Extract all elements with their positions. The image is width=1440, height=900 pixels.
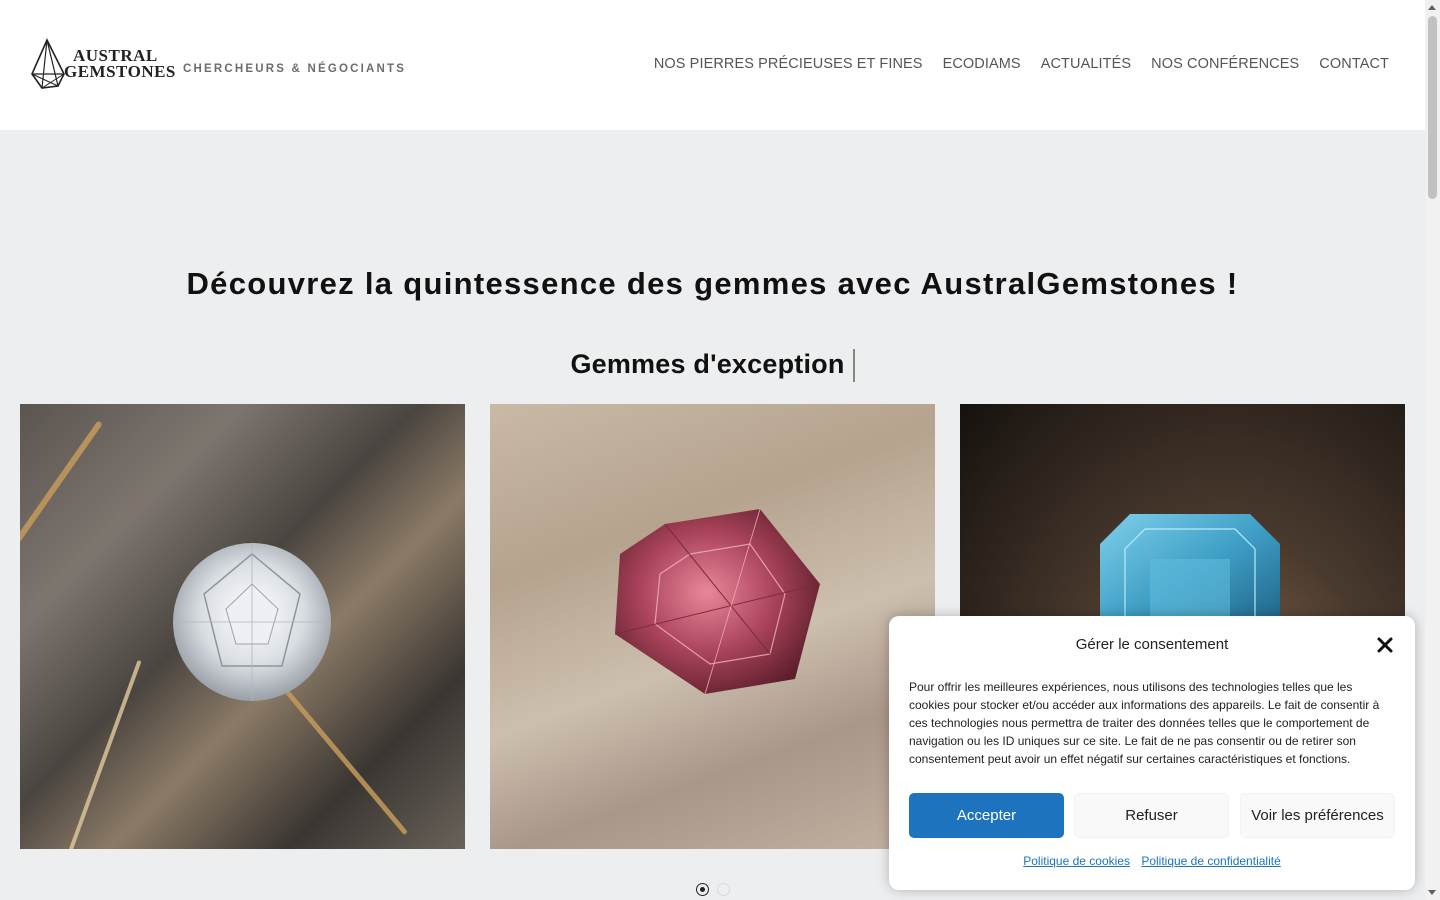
pink-gem-icon <box>614 508 821 695</box>
cookie-policy-link[interactable]: Politique de cookies <box>1023 854 1130 868</box>
scroll-down-arrow-icon[interactable] <box>1428 890 1436 895</box>
gem-image-pink-tourmaline[interactable] <box>490 404 935 849</box>
gem-image-diamond[interactable] <box>20 404 465 849</box>
nav-item-contact[interactable]: CONTACT <box>1319 56 1389 72</box>
gem-logo-icon <box>31 38 65 89</box>
tagline: CHERCHEURS & NÉGOCIANTS <box>183 63 407 75</box>
hero-title: Découvrez la quintessence des gemmes ave… <box>186 266 1239 301</box>
nav-item-actualites[interactable]: ACTUALITÉS <box>1041 56 1131 72</box>
scroll-up-arrow-icon[interactable] <box>1428 5 1436 10</box>
hero-subtitle: Gemmes d'exception <box>570 349 845 379</box>
typing-caret <box>852 349 855 383</box>
diamond-icon <box>173 543 331 701</box>
nav-item-conferences[interactable]: NOS CONFÉRENCES <box>1151 56 1299 72</box>
close-icon[interactable] <box>1376 636 1394 654</box>
consent-links: Politique de cookies Politique de confid… <box>889 854 1415 868</box>
logo-line-2: GEMSTONES <box>64 62 176 81</box>
consent-body: Pour offrir les meilleures expériences, … <box>909 680 1380 766</box>
logo-wordmark: AUSTRAL GEMSTONES <box>64 47 176 81</box>
nav-item-pierres[interactable]: NOS PIERRES PRÉCIEUSES ET FINES <box>654 56 923 72</box>
preferences-button[interactable]: Voir les préférences <box>1240 793 1395 838</box>
nav-item-ecodiams[interactable]: ECODIAMS <box>943 56 1021 72</box>
subtitle-wrap: Gemmes d'exception <box>0 349 1425 383</box>
site-header: AUSTRAL GEMSTONES CHERCHEURS & NÉGOCIANT… <box>0 0 1425 130</box>
site-logo[interactable]: AUSTRAL GEMSTONES <box>28 38 176 90</box>
carousel-dots <box>696 883 730 896</box>
main-nav: NOS PIERRES PRÉCIEUSES ET FINES ECODIAMS… <box>654 56 1389 72</box>
consent-modal: Gérer le consentement Pour offrir les me… <box>889 616 1415 890</box>
consent-title: Gérer le consentement <box>1075 636 1229 653</box>
carousel-dot-2[interactable] <box>717 883 730 896</box>
accept-button[interactable]: Accepter <box>909 793 1064 838</box>
privacy-policy-link[interactable]: Politique de confidentialité <box>1141 854 1280 868</box>
scroll-thumb[interactable] <box>1428 16 1437 199</box>
carousel-dot-1[interactable] <box>696 883 709 896</box>
page-scrollbar[interactable] <box>1425 0 1440 900</box>
deny-button[interactable]: Refuser <box>1074 793 1229 838</box>
